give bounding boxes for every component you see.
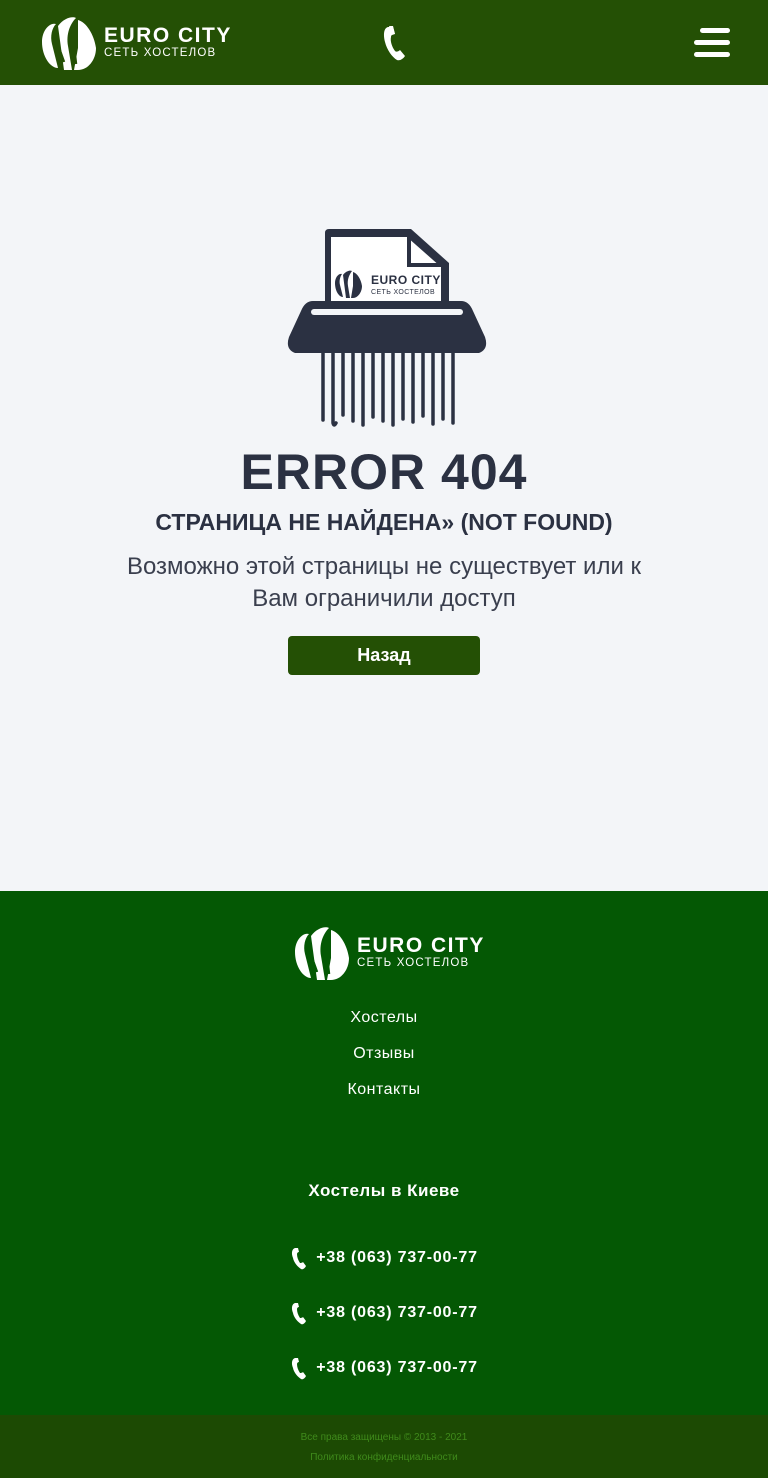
brand-name: EURO CITY [104,23,232,47]
footer-phone-2[interactable]: +38 (063) 737-00-77 [0,1300,768,1326]
brand-wordmark: EURO CITY СЕТЬ ХОСТЕЛОВ [104,25,232,60]
brand-leaf-icon [295,927,349,980]
back-button[interactable]: Назад [288,636,480,675]
phone-number: +38 (063) 737-00-77 [316,1359,478,1376]
phone-number: +38 (063) 737-00-77 [316,1249,478,1266]
brand-leaf-icon [42,17,96,70]
phone-icon [292,1248,307,1270]
error-subtitle: СТРАНИЦА НЕ НАЙДЕНА» (NOT FOUND) [155,509,613,535]
header-logo[interactable]: EURO CITY СЕТЬ ХОСТЕЛОВ [38,12,232,72]
footer-link-contacts[interactable]: Контакты [0,1081,768,1099]
phone-icon [292,1303,307,1325]
phone-number: +38 (063) 737-00-77 [316,1304,478,1321]
phone-icon[interactable] [380,24,410,62]
site-footer: EURO CITY СЕТЬ ХОСТЕЛОВ Хостелы Отзывы К… [0,891,768,1415]
error-description: Возможно этой страницы не существует или… [126,553,642,612]
error-title: ERROR 404 [240,444,528,500]
brand-tagline: СЕТЬ ХОСТЕЛОВ [357,956,470,969]
phone-icon [292,1358,307,1380]
privacy-policy-link[interactable]: Политика конфиденциальности [0,1452,768,1463]
svg-text:СЕТЬ ХОСТЕЛОВ: СЕТЬ ХОСТЕЛОВ [371,289,435,296]
copyright-text: Все права защищены © 2013 - 2021 [300,1432,468,1443]
footer-city-heading: Хостелы в Киеве [308,1181,460,1200]
footer-phone-1[interactable]: +38 (063) 737-00-77 [0,1245,768,1271]
footer-bottom-bar: Все права защищены © 2013 - 2021 Политик… [0,1415,768,1478]
brand-wordmark: EURO CITY СЕТЬ ХОСТЕЛОВ [357,935,485,970]
footer-logo[interactable]: EURO CITY СЕТЬ ХОСТЕЛОВ [291,922,485,982]
site-header: EURO CITY СЕТЬ ХОСТЕЛОВ [0,0,768,85]
brand-name: EURO CITY [357,933,485,957]
footer-link-hostels[interactable]: Хостелы [0,1009,768,1027]
hamburger-menu-icon[interactable] [692,26,732,60]
paper-shredder-icon: EURO CITY СЕТЬ ХОСТЕЛОВ [287,229,487,427]
footer-phone-3[interactable]: +38 (063) 737-00-77 [0,1355,768,1381]
footer-link-reviews[interactable]: Отзывы [0,1045,768,1063]
svg-text:EURO CITY: EURO CITY [371,273,441,287]
brand-tagline: СЕТЬ ХОСТЕЛОВ [104,46,217,59]
